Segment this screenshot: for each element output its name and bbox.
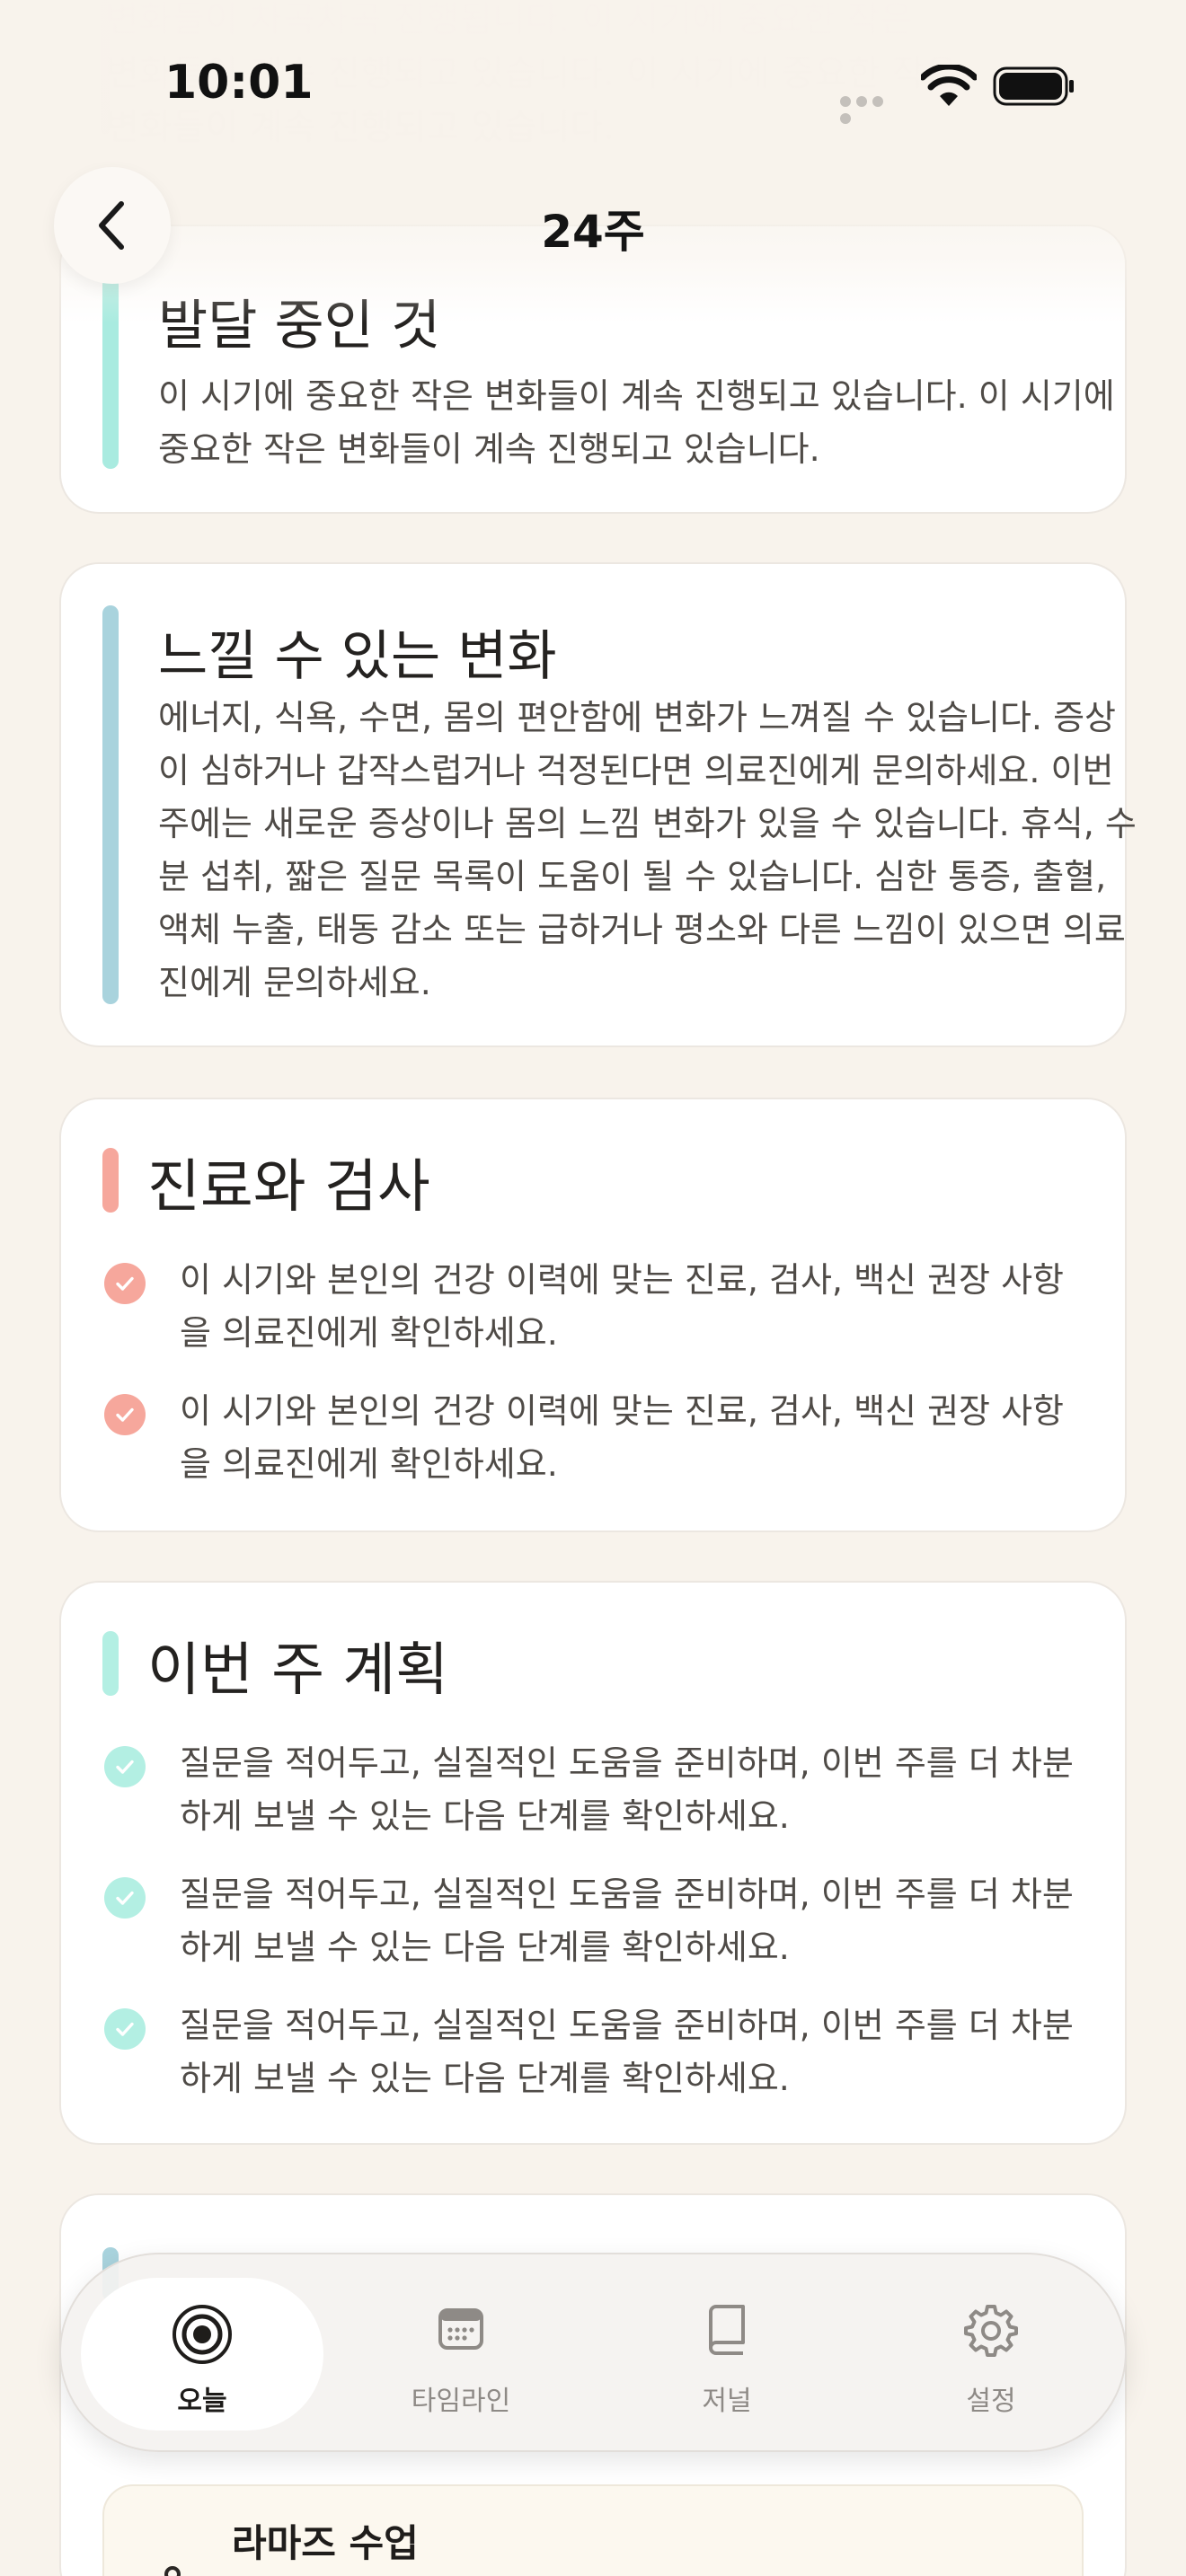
- anchor-icon: [164, 2566, 181, 2576]
- status-time: 10:01: [164, 56, 314, 110]
- tab-label: 설정: [966, 2386, 1016, 2417]
- cellular-dots-icon: [840, 93, 903, 124]
- tab-label: 타임라인: [411, 2386, 511, 2417]
- card-body: 이 시기에 중요한 작은 변화들이 계속 진행되고 있습니다. 이 시기에 중요…: [158, 376, 1115, 469]
- tab-timeline[interactable]: 타임라인: [340, 2278, 582, 2430]
- card-accent-bar: [102, 277, 119, 469]
- card-accent-bar: [102, 1631, 119, 1696]
- card-accent-bar: [102, 605, 119, 1004]
- developing-card: 발달 중인 것 이 시기에 중요한 작은 변화들이 계속 진행되고 있습니다. …: [59, 225, 1127, 514]
- list-item: 질문을 적어두고, 실질적인 도움을 준비하며, 이번 주를 더 차분하게 보낼…: [104, 1999, 1093, 2107]
- tab-label: 오늘: [177, 2386, 227, 2417]
- tab-label: 저널: [702, 2386, 752, 2417]
- list-item-text: 질문을 적어두고, 실질적인 도움을 준비하며, 이번 주를 더 차분하게 보낼…: [180, 1743, 1074, 1836]
- list-item: 이 시기와 본인의 건강 이력에 맞는 진료, 검사, 백신 권장 사항을 의료…: [104, 1254, 1093, 1362]
- list-item-text: 질문을 적어두고, 실질적인 도움을 준비하며, 이번 주를 더 차분하게 보낼…: [180, 2006, 1074, 2098]
- check-icon: [104, 1263, 146, 1304]
- check-icon: [104, 1394, 146, 1435]
- list-item-text: 이 시기와 본인의 건강 이력에 맞는 진료, 검사, 백신 권장 사항을 의료…: [180, 1391, 1064, 1484]
- care-card: 진료와 검사 이 시기와 본인의 건강 이력에 맞는 진료, 검사, 백신 권장…: [59, 1098, 1127, 1532]
- check-icon: [104, 1877, 146, 1919]
- section-title: 진료와 검사: [147, 1154, 430, 1221]
- card-title: 발달 중인 것: [158, 295, 441, 357]
- card-title: 느낄 수 있는 변화: [158, 625, 557, 688]
- battery-icon: [993, 66, 1074, 106]
- card-accent-bar: [102, 1148, 119, 1213]
- changes-card: 느낄 수 있는 변화 에너지, 식욕, 수면, 몸의 편안함에 변화가 느껴질 …: [59, 562, 1137, 1047]
- lamaze-class-title: 라마즈 수업: [232, 2521, 419, 2565]
- book-icon: [709, 2305, 745, 2355]
- card-body: 에너지, 식욕, 수면, 몸의 편안함에 변화가 느껴질 수 있습니다. 증상이…: [158, 698, 1137, 1002]
- section-title: 이번 주 계획: [147, 1637, 449, 1704]
- list-item-text: 질문을 적어두고, 실질적인 도움을 준비하며, 이번 주를 더 차분하게 보낼…: [180, 1875, 1074, 1967]
- lamaze-class-card[interactable]: 라마즈 수업: [102, 2484, 1084, 2576]
- list-item: 질문을 적어두고, 실질적인 도움을 준비하며, 이번 주를 더 차분하게 보낼…: [104, 1737, 1093, 1845]
- check-icon: [104, 1746, 146, 1787]
- gear-icon: [964, 2305, 1018, 2357]
- week-detail-screen: { "status_bar": { "time": "10:01" }, "na…: [0, 0, 1186, 2576]
- tab-settings[interactable]: 설정: [870, 2278, 1112, 2430]
- tab-today[interactable]: 오늘: [81, 2278, 323, 2430]
- list-item-text: 이 시기와 본인의 건강 이력에 맞는 진료, 검사, 백신 권장 사항을 의료…: [180, 1260, 1064, 1353]
- calendar-icon: [438, 2308, 483, 2350]
- target-icon: [173, 2305, 232, 2364]
- tab-journal[interactable]: 저널: [606, 2278, 848, 2430]
- check-icon: [104, 2008, 146, 2050]
- list-item: 질문을 적어두고, 실질적인 도움을 준비하며, 이번 주를 더 차분하게 보낼…: [104, 1868, 1093, 1976]
- wifi-icon: [921, 65, 977, 106]
- tab-bar: 오늘 타임라인 저널 설정: [59, 2253, 1127, 2452]
- plan-card: 이번 주 계획 질문을 적어두고, 실질적인 도움을 준비하며, 이번 주를 더…: [59, 1581, 1127, 2145]
- status-bar: 10:01: [0, 0, 1186, 171]
- list-item: 이 시기와 본인의 건강 이력에 맞는 진료, 검사, 백신 권장 사항을 의료…: [104, 1385, 1093, 1493]
- arrow-up-right-icon: [1021, 2572, 1053, 2576]
- page-title: 24주: [541, 206, 645, 258]
